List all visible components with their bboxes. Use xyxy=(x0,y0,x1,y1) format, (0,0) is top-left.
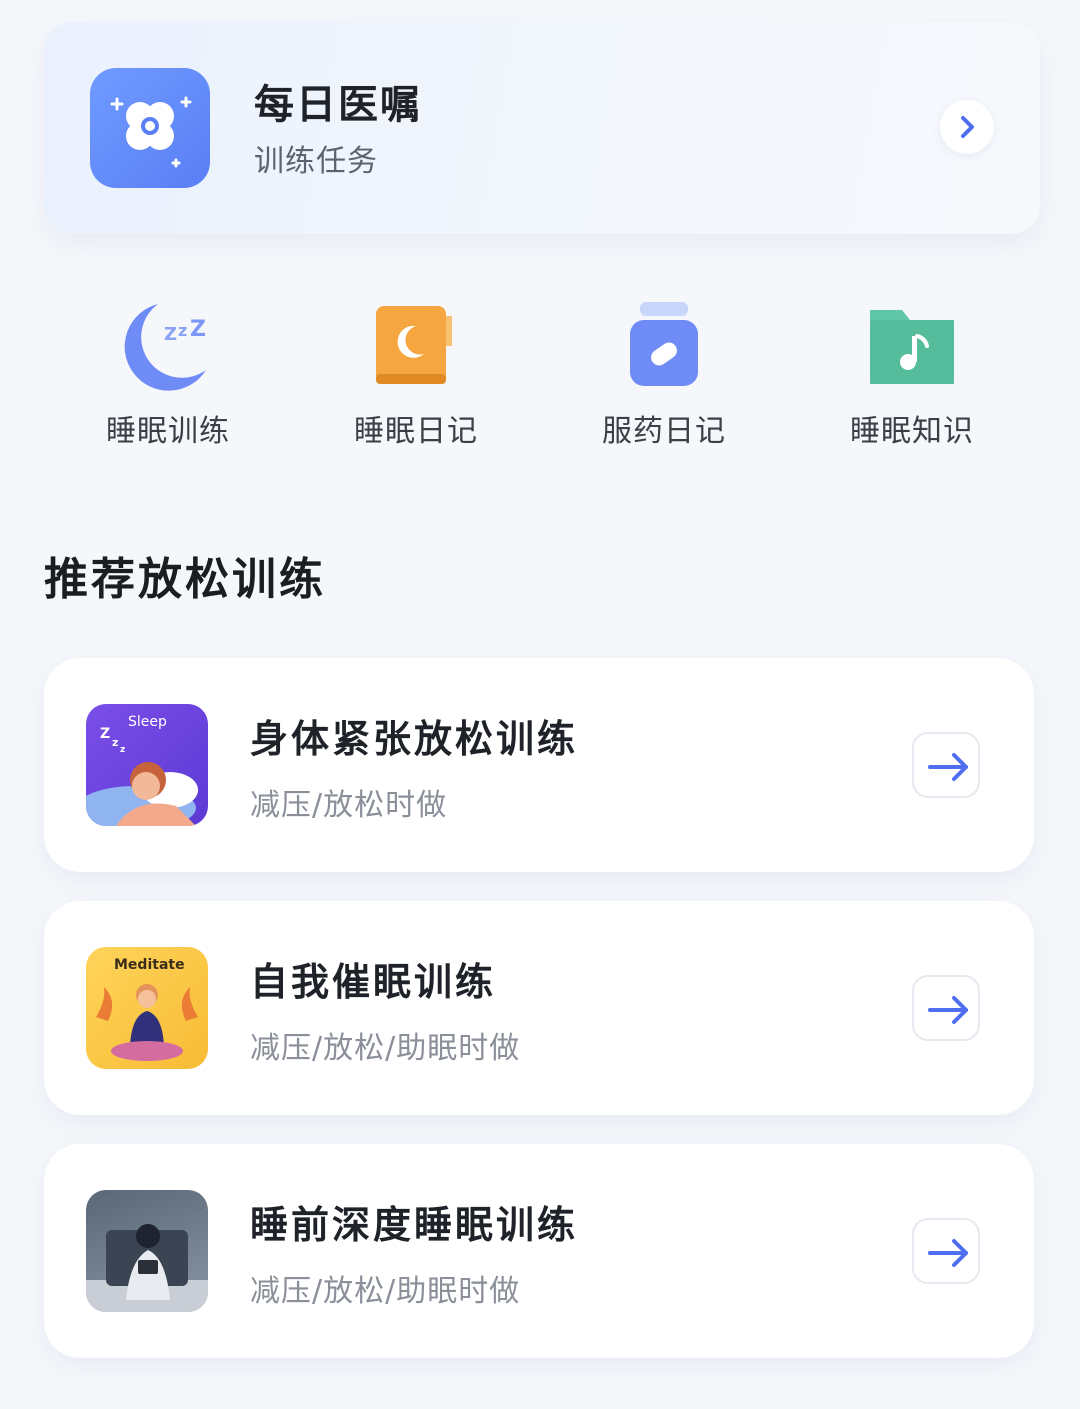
clover-icon xyxy=(90,68,210,188)
svg-text:Z: Z xyxy=(164,324,177,345)
arrow-right-icon[interactable] xyxy=(912,732,980,798)
quick-action-label: 服药日记 xyxy=(602,414,726,449)
recommendation-title: 自我催眠训练 xyxy=(250,960,497,1004)
sleep-label: Sleep xyxy=(128,714,167,730)
bedtime-photo xyxy=(86,1190,208,1312)
arrow-right-icon[interactable] xyxy=(912,1218,980,1284)
svg-text:z: z xyxy=(178,321,187,340)
quick-action-sleep-knowledge[interactable]: 睡眠知识 xyxy=(812,296,1012,456)
recommendation-subtitle: 减压/放松时做 xyxy=(250,788,448,823)
quick-action-label: 睡眠知识 xyxy=(850,414,974,449)
daily-orders-card[interactable]: 每日医嘱 训练任务 xyxy=(44,22,1040,234)
recommendation-title: 身体紧张放松训练 xyxy=(250,717,579,761)
svg-text:Z: Z xyxy=(190,317,206,342)
meditate-illustration: Meditate xyxy=(86,947,208,1069)
recommendation-subtitle: 减压/放松/助眠时做 xyxy=(250,1031,521,1066)
arrow-right-icon[interactable] xyxy=(912,975,980,1041)
svg-text:Z: Z xyxy=(100,726,110,742)
chevron-right-icon[interactable] xyxy=(940,100,994,154)
svg-text:z: z xyxy=(112,736,118,749)
quick-action-medication-diary[interactable]: 服药日记 xyxy=(564,296,764,456)
moon-sleep-icon: Z z Z xyxy=(118,296,218,396)
quick-action-sleep-diary[interactable]: 睡眠日记 xyxy=(316,296,516,456)
svg-text:z: z xyxy=(120,745,125,755)
quick-action-sleep-training[interactable]: Z z Z 睡眠训练 xyxy=(68,296,268,456)
section-title: 推荐放松训练 xyxy=(44,554,326,605)
recommendation-card[interactable]: Sleep Z z z 身体紧张放松训练 减压/放松时做 xyxy=(44,658,1034,872)
recommendation-card[interactable]: 睡前深度睡眠训练 减压/放松/助眠时做 xyxy=(44,1144,1034,1358)
music-folder-icon xyxy=(862,296,962,396)
daily-card-title: 每日医嘱 xyxy=(254,82,422,128)
recommendation-title: 睡前深度睡眠训练 xyxy=(250,1203,579,1247)
recommendation-card[interactable]: Meditate 自我催眠训练 减压/放松/助眠时做 xyxy=(44,901,1034,1115)
quick-action-label: 睡眠日记 xyxy=(354,414,478,449)
daily-card-subtitle: 训练任务 xyxy=(254,144,378,179)
diary-book-icon xyxy=(366,296,466,396)
meditate-label: Meditate xyxy=(114,957,185,973)
quick-action-label: 睡眠训练 xyxy=(106,414,230,449)
recommendation-subtitle: 减压/放松/助眠时做 xyxy=(250,1274,521,1309)
sleep-illustration: Sleep Z z z xyxy=(86,704,208,826)
pill-bottle-icon xyxy=(614,296,714,396)
